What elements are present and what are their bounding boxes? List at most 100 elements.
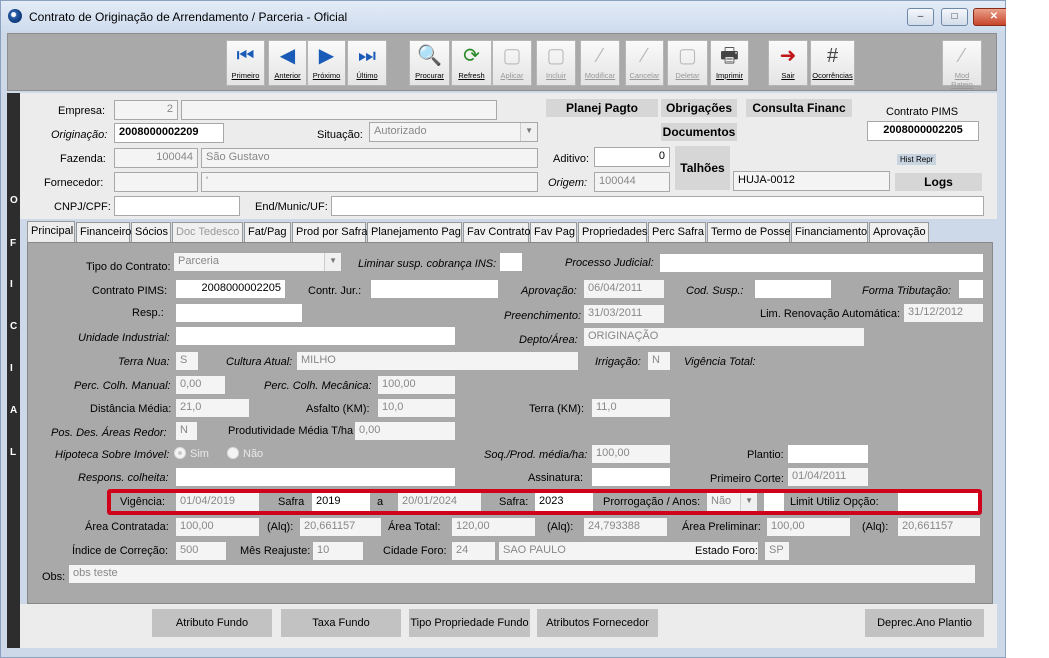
endmunic-field[interactable] — [331, 196, 984, 216]
empresa-name-field[interactable] — [181, 100, 497, 120]
tab-principal[interactable]: Principal — [27, 221, 75, 243]
primeiro-button[interactable]: ⏮ Primeiro — [226, 40, 265, 86]
chevron-down-icon: ▼ — [329, 256, 337, 265]
contr-jur-field[interactable] — [370, 279, 499, 299]
último-button[interactable]: ⏭ Último — [347, 40, 387, 86]
hist-repr-button[interactable]: Hist Repr — [897, 154, 937, 165]
obs-field[interactable]: obs teste — [68, 564, 976, 584]
respons-field[interactable] — [175, 467, 456, 487]
alq2-field[interactable]: 24,793388 — [583, 517, 668, 537]
plantio-field[interactable] — [787, 444, 869, 464]
estado-field[interactable]: SP — [764, 541, 790, 561]
indice-field[interactable]: 500 — [175, 541, 227, 561]
maximize-button[interactable]: □ — [941, 8, 968, 26]
distancia-field[interactable]: 21,0 — [175, 398, 250, 418]
primeiro-corte-field[interactable]: 01/04/2011 — [787, 467, 869, 487]
resp-label: Resp.: — [132, 307, 164, 319]
fornecedor-code-field[interactable] — [114, 172, 198, 192]
resp-field[interactable] — [175, 303, 303, 323]
tab-financeiro[interactable]: Financeiro — [76, 222, 131, 242]
perc-mec-field[interactable]: 100,00 — [377, 375, 456, 395]
tab-financiamento[interactable]: Financiamento — [791, 222, 868, 242]
irrigacao-field[interactable]: N — [647, 351, 671, 371]
alq3-field[interactable]: 20,661157 — [897, 517, 981, 537]
tab-aprovação[interactable]: Aprovação — [869, 222, 929, 242]
perc-manual-field[interactable]: 0,00 — [175, 375, 226, 395]
talhoes-button[interactable]: Talhões — [675, 146, 730, 190]
unidade-field[interactable] — [175, 326, 456, 346]
atributos-fornecedor-button[interactable]: Atributos Fornecedor — [537, 609, 658, 637]
cidade-code-field[interactable]: 24 — [451, 541, 496, 561]
tab-sócios[interactable]: Sócios — [131, 222, 171, 242]
procurar-button[interactable]: 🔍 Procurar — [409, 40, 450, 86]
tab-perc-safra[interactable]: Perc Safra — [648, 222, 706, 242]
originacao-field[interactable]: 2008000002209 — [114, 123, 224, 143]
tab-doc-tedesco[interactable]: Doc Tedesco — [172, 222, 243, 242]
tab-fav-contrato[interactable]: Fav Contrato — [463, 222, 531, 242]
fazenda-name-field[interactable]: São Gustavo — [201, 148, 538, 168]
obrigacoes-button[interactable]: Obrigações — [661, 99, 737, 117]
cod-susp-field[interactable] — [754, 279, 832, 299]
atributo-fundo-button[interactable]: Atributo Fundo — [152, 609, 272, 637]
area-total-field[interactable]: 120,00 — [451, 517, 536, 537]
planej-pagto-button[interactable]: Planej Pagto — [546, 99, 658, 117]
logs-button[interactable]: Logs — [895, 173, 982, 191]
asfalto-field[interactable]: 10,0 — [377, 398, 456, 418]
processo-field[interactable] — [659, 253, 984, 273]
mes-reajuste-field[interactable]: 10 — [312, 541, 364, 561]
situacao-select[interactable]: Autorizado ▼ — [369, 122, 538, 142]
imprimir-button[interactable]: 🖶 Imprimir — [710, 40, 749, 86]
area-prelim-field[interactable]: 100,00 — [766, 517, 851, 537]
talhao-code-field[interactable]: HUJA-0012 — [733, 171, 890, 191]
tab-fat-pag[interactable]: Fat/Pag — [244, 222, 291, 242]
tipo-contrato-select[interactable]: Parceria ▼ — [173, 252, 342, 272]
mod-rateio-button[interactable]: ⁄ Mod Rateio — [942, 40, 982, 89]
tab-fav-pag[interactable]: Fav Pag — [530, 222, 577, 242]
aplicar-button[interactable]: ▢ Aplicar — [492, 40, 532, 86]
tab-planejamento-pag[interactable]: Planejamento Pag — [367, 222, 462, 242]
minimize-button[interactable]: – — [907, 8, 934, 26]
taxa-fundo-button[interactable]: Taxa Fundo — [281, 609, 401, 637]
depto-field[interactable]: ORIGINAÇÃO — [583, 327, 865, 347]
area-contratada-field[interactable]: 100,00 — [175, 517, 260, 537]
sair-button[interactable]: ➜ Sair — [768, 40, 808, 86]
lim-renov-field[interactable]: 31/12/2012 — [903, 303, 984, 323]
soq-field[interactable]: 100,00 — [591, 444, 671, 464]
documentos-button[interactable]: Documentos — [661, 123, 737, 141]
preenchimento-field[interactable]: 31/03/2011 — [583, 304, 665, 324]
tab-prod-por-safra[interactable]: Prod por Safra — [292, 222, 368, 242]
consulta-financ-button[interactable]: Consulta Financ — [746, 99, 852, 117]
sim-radio[interactable] — [174, 447, 186, 459]
contrato-pims-header-field[interactable]: 2008000002205 — [867, 121, 979, 141]
incluir-button[interactable]: ▢ Incluir — [536, 40, 576, 86]
fazenda-code-field[interactable]: 100044 — [114, 148, 198, 168]
contrato-pims-field[interactable]: 2008000002205 — [175, 279, 286, 299]
assinatura-field[interactable] — [591, 467, 671, 487]
tab-propriedades[interactable]: Propriedades — [578, 222, 647, 242]
tipo-propriedade-fundo-button[interactable]: Tipo Propriedade Fundo — [409, 609, 530, 637]
nao-radio[interactable] — [227, 447, 239, 459]
deprec-ano-plantio-button[interactable]: Deprec.Ano Plantio — [865, 609, 984, 637]
deletar-button[interactable]: ▢ Deletar — [667, 40, 708, 86]
produtividade-field[interactable]: 0,00 — [354, 421, 456, 441]
modificar-button[interactable]: ⁄ Modificar — [580, 40, 620, 86]
empresa-field[interactable]: 2 — [114, 100, 178, 120]
cancelar-button[interactable]: ⁄ Cancelar — [625, 40, 664, 86]
aprovacao-field[interactable]: 06/04/2011 — [583, 279, 665, 299]
terra-km-field[interactable]: 11,0 — [591, 398, 671, 418]
refresh-button[interactable]: ⟳ Refresh — [451, 40, 492, 86]
forma-trib-field[interactable] — [958, 279, 984, 299]
alq1-field[interactable]: 20,661157 — [299, 517, 382, 537]
pos-des-field[interactable]: N — [175, 421, 198, 441]
anterior-button[interactable]: ◀ Anterior — [268, 40, 307, 86]
aditivo-field[interactable]: 0 — [594, 147, 670, 167]
fornecedor-name-field[interactable]: ' — [201, 172, 538, 192]
origem-field[interactable]: 100044 — [594, 172, 670, 192]
tab-termo-de-posse[interactable]: Termo de Posse — [707, 222, 790, 242]
terra-nua-field[interactable]: S — [175, 351, 199, 371]
cultura-field[interactable]: MILHO — [296, 351, 579, 371]
liminar-field[interactable] — [499, 252, 523, 272]
cnpj-field[interactable] — [114, 196, 240, 216]
próximo-button[interactable]: ▶ Próximo — [307, 40, 346, 86]
ocorrências-button[interactable]: # Ocorrências — [810, 40, 855, 86]
